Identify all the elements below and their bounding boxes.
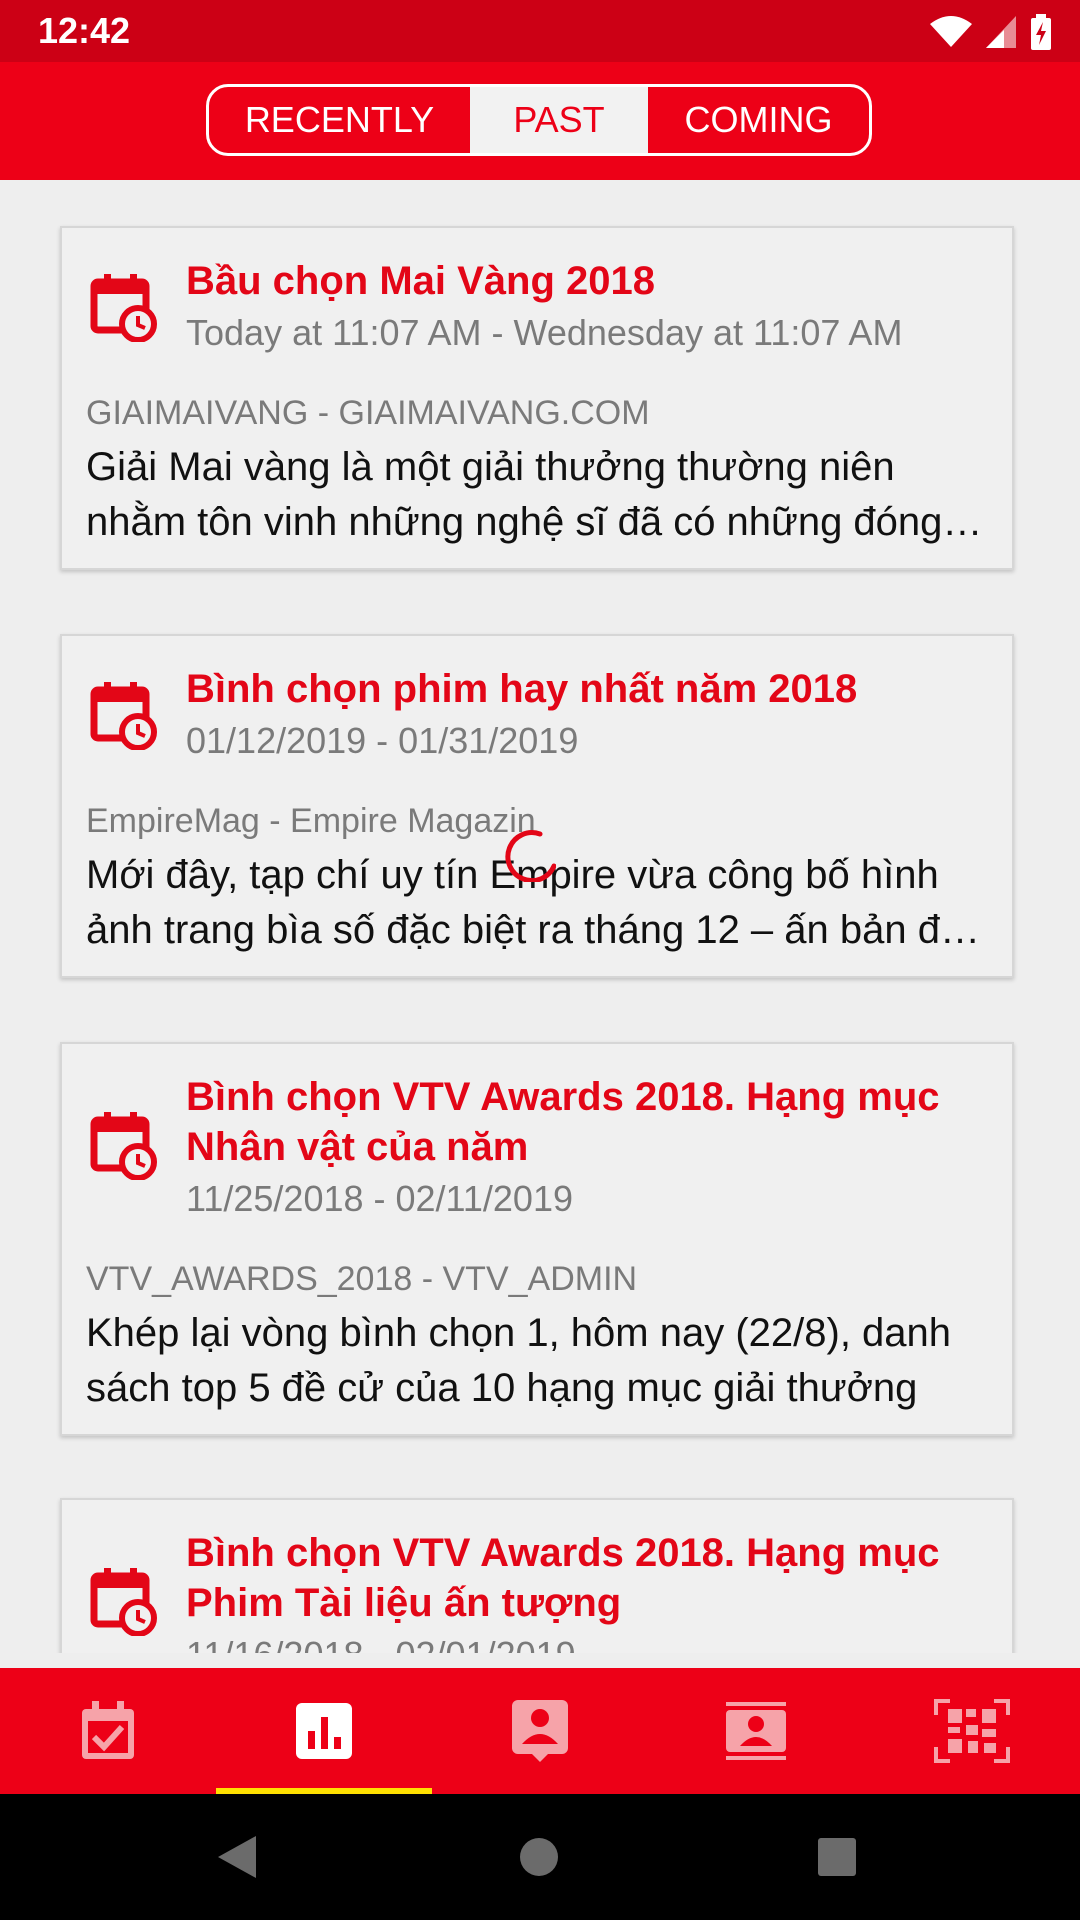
recents-icon[interactable] <box>816 1836 858 1878</box>
event-dates: 11/16/2018 - 02/01/2019 <box>186 1634 576 1653</box>
event-list[interactable]: Bầu chọn Mai Vàng 2018 Today at 11:07 AM… <box>0 180 1080 1653</box>
calendar-clock-icon <box>90 1112 157 1180</box>
status-time: 12:42 <box>38 10 131 51</box>
event-card[interactable]: Bình chọn phim hay nhất năm 2018 01/12/2… <box>60 634 1014 978</box>
segmented-control: RECENTLY PAST COMING <box>206 84 872 156</box>
top-bar: RECENTLY PAST COMING <box>0 62 1080 180</box>
calendar-check-icon <box>82 1701 134 1759</box>
home-icon[interactable] <box>518 1836 560 1878</box>
event-dates: 11/25/2018 - 02/11/2019 <box>186 1178 573 1219</box>
calendar-clock-icon <box>90 274 157 342</box>
status-icons <box>930 12 1052 52</box>
calendar-clock-icon <box>90 1568 157 1636</box>
loading-spinner-icon <box>505 830 556 882</box>
event-description: Khép lại vòng bình chọn 1, hôm nay (22/8… <box>86 1311 952 1410</box>
nav-item-profile[interactable] <box>648 1668 864 1794</box>
event-dates: 01/12/2019 - 01/31/2019 <box>186 720 579 761</box>
event-source: VTV_AWARDS_2018 - VTV_ADMIN <box>86 1260 638 1298</box>
back-icon[interactable] <box>216 1834 258 1880</box>
tab-recently[interactable]: RECENTLY <box>209 87 470 153</box>
profile-card-icon <box>726 1702 786 1760</box>
event-source: EmpireMag - Empire Magazin <box>86 802 536 840</box>
nav-item-contacts[interactable] <box>432 1668 648 1794</box>
event-title: Bình chọn VTV Awards 2018. Hạng mục Phim… <box>186 1531 940 1625</box>
contact-card-icon <box>512 1700 568 1762</box>
status-bar: 12:42 <box>0 0 1080 62</box>
cell-signal-icon <box>986 16 1016 48</box>
bar-chart-icon <box>296 1703 352 1759</box>
bottom-navigation <box>0 1668 1080 1794</box>
event-description: Giải Mai vàng là một giải thưởng thường … <box>86 445 943 544</box>
event-title: Bầu chọn Mai Vàng 2018 <box>186 259 656 303</box>
event-title: Bình chọn phim hay nhất năm 2018 <box>186 667 858 711</box>
wifi-icon <box>930 16 972 47</box>
event-card[interactable]: Bình chọn VTV Awards 2018. Hạng mục Nhân… <box>60 1042 1014 1436</box>
event-card[interactable]: Bình chọn VTV Awards 2018. Hạng mục Phim… <box>60 1498 1014 1653</box>
system-navigation-bar <box>0 1794 1080 1920</box>
battery-icon <box>1031 14 1051 50</box>
event-title: Bình chọn VTV Awards 2018. Hạng mục Nhân… <box>186 1075 940 1169</box>
tab-past[interactable]: PAST <box>470 87 648 153</box>
event-source: GIAIMAIVANG - GIAIMAIVANG.COM <box>86 394 650 432</box>
nav-item-qr[interactable] <box>864 1668 1080 1794</box>
nav-item-calendar[interactable] <box>0 1668 216 1794</box>
qr-code-icon <box>934 1699 1010 1763</box>
event-dates: Today at 11:07 AM - Wednesday at 11:07 A… <box>186 312 903 353</box>
tab-coming[interactable]: COMING <box>648 87 869 153</box>
calendar-clock-icon <box>90 682 157 750</box>
nav-item-stats[interactable] <box>216 1668 432 1794</box>
event-card[interactable]: Bầu chọn Mai Vàng 2018 Today at 11:07 AM… <box>60 226 1014 570</box>
